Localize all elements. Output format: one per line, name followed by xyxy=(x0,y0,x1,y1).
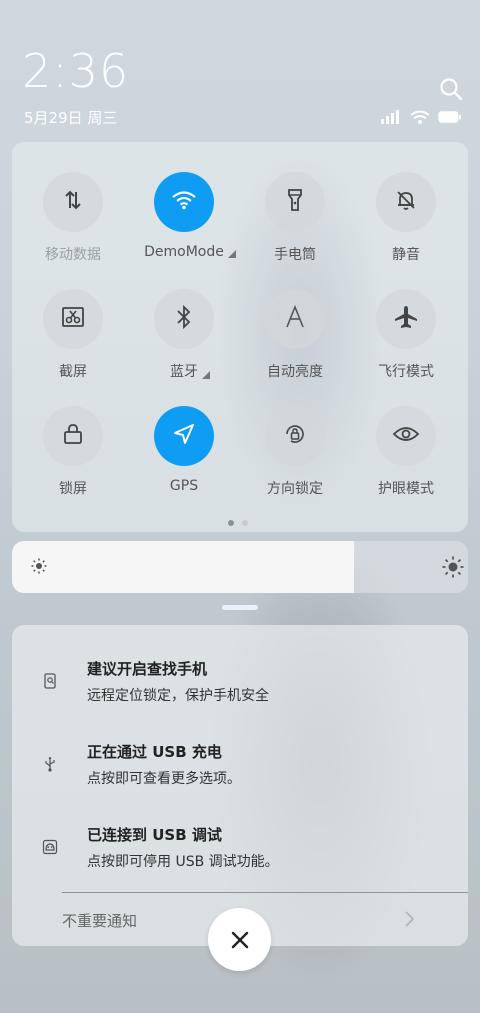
tile-screenshot[interactable]: 截屏 xyxy=(18,289,128,399)
tile-gps-toggle[interactable] xyxy=(154,406,214,466)
usb-icon xyxy=(45,757,55,772)
tile-label-text: 移动数据 xyxy=(45,247,101,263)
bluetooth-icon xyxy=(174,304,194,334)
tile-wifi[interactable]: DemoMode xyxy=(129,172,239,282)
page-indicator xyxy=(228,520,248,526)
tile-label-text: 方向锁定 xyxy=(267,481,323,497)
notification-usb-charging[interactable]: 正在通过 USB 充电 点按即可查看更多选项。 xyxy=(12,738,468,808)
android-debug-icon xyxy=(42,839,58,855)
tile-label-text: 锁屏 xyxy=(59,481,87,497)
tile-flashlight[interactable]: 手电筒 xyxy=(240,172,350,282)
signal-icon xyxy=(381,110,399,124)
tile-wifi-toggle[interactable] xyxy=(154,172,214,232)
page-dot xyxy=(242,520,248,526)
wifi-icon xyxy=(171,190,197,214)
tile-label: 静音 xyxy=(392,244,420,264)
tile-label-text: 飞行模式 xyxy=(378,364,434,380)
tile-airplane-toggle[interactable] xyxy=(376,289,436,349)
tile-flashlight-toggle[interactable] xyxy=(265,172,325,232)
date-label[interactable]: 5月29日 周三 xyxy=(24,107,117,128)
tile-label-text: 蓝牙 xyxy=(170,364,198,380)
notification-subtitle: 点按即可查看更多选项。 xyxy=(87,771,241,787)
tile-bluetooth-toggle[interactable] xyxy=(154,289,214,349)
page-dot-active xyxy=(228,520,234,526)
expand-indicator-icon xyxy=(202,371,210,379)
tile-mobile-data-toggle[interactable] xyxy=(43,172,103,232)
tile-auto-brightness[interactable]: 自动亮度 xyxy=(240,289,350,399)
brightness-high-icon xyxy=(442,556,464,578)
tile-label: 移动数据 xyxy=(45,244,101,264)
brightness-fill xyxy=(12,541,354,593)
tile-rotation-lock[interactable]: 方向锁定 xyxy=(240,406,350,516)
tile-auto-brightness-toggle[interactable] xyxy=(265,289,325,349)
tile-airplane[interactable]: 飞行模式 xyxy=(351,289,461,399)
search-icon[interactable] xyxy=(438,76,464,102)
tile-label: 锁屏 xyxy=(59,478,87,498)
tile-eye-toggle[interactable] xyxy=(376,406,436,466)
close-icon xyxy=(231,931,248,948)
battery-icon xyxy=(438,111,461,123)
notification-usb-debug[interactable]: 已连接到 USB 调试 点按即可停用 USB 调试功能。 xyxy=(12,821,468,891)
tile-label: 自动亮度 xyxy=(267,361,323,381)
mobile-data-icon xyxy=(61,188,85,216)
tile-label-text: 自动亮度 xyxy=(267,364,323,380)
drag-handle[interactable] xyxy=(222,605,258,610)
chevron-right-icon[interactable] xyxy=(404,910,416,928)
tile-mobile-data[interactable]: 移动数据 xyxy=(18,172,128,282)
expand-indicator-icon xyxy=(227,250,236,258)
tile-label: 手电筒 xyxy=(274,244,316,264)
tile-label: 蓝牙 xyxy=(170,361,210,381)
tile-label-text: 护眼模式 xyxy=(378,481,434,497)
find-phone-icon xyxy=(44,673,56,689)
tile-label: 方向锁定 xyxy=(267,478,323,498)
tile-lock-toggle[interactable] xyxy=(43,406,103,466)
mute-icon xyxy=(394,188,418,216)
tile-label-text: 截屏 xyxy=(59,364,87,380)
tile-rotation-lock-toggle[interactable] xyxy=(265,406,325,466)
tile-eye[interactable]: 护眼模式 xyxy=(351,406,461,516)
tile-label-text: 静音 xyxy=(392,247,420,263)
eye-icon xyxy=(392,424,420,448)
airplane-icon xyxy=(393,304,419,334)
unimportant-notifications-link[interactable]: 不重要通知 xyxy=(62,910,137,931)
divider xyxy=(62,892,468,893)
tile-lock[interactable]: 锁屏 xyxy=(18,406,128,516)
lock-icon xyxy=(61,422,85,450)
notification-title: 已连接到 USB 调试 xyxy=(87,826,222,844)
clock[interactable]: 2:36 xyxy=(22,48,129,94)
flashlight-icon xyxy=(283,187,307,217)
auto-brightness-icon xyxy=(283,304,307,334)
tile-bluetooth[interactable]: 蓝牙 xyxy=(129,289,239,399)
clear-all-button[interactable] xyxy=(208,908,271,971)
notification-subtitle: 远程定位锁定，保护手机安全 xyxy=(87,688,269,704)
tile-label-text: GPS xyxy=(169,478,199,494)
notification-subtitle: 点按即可停用 USB 调试功能。 xyxy=(87,854,279,870)
notification-find-phone[interactable]: 建议开启查找手机 远程定位锁定，保护手机安全 xyxy=(12,655,468,725)
gps-icon xyxy=(172,422,196,450)
notification-title: 正在通过 USB 充电 xyxy=(87,743,222,761)
tile-label: DemoMode xyxy=(144,244,236,260)
tile-label: 飞行模式 xyxy=(378,361,434,381)
tile-label-text: DemoMode xyxy=(144,244,224,260)
tile-label: 截屏 xyxy=(59,361,87,381)
rotation-lock-icon xyxy=(282,421,308,451)
tile-mute[interactable]: 静音 xyxy=(351,172,461,282)
tile-mute-toggle[interactable] xyxy=(376,172,436,232)
tile-label-text: 手电筒 xyxy=(274,247,316,263)
brightness-slider[interactable] xyxy=(12,541,468,593)
notification-panel: 建议开启查找手机 远程定位锁定，保护手机安全 正在通过 USB 充电 点按即可查… xyxy=(12,625,468,946)
wifi-icon xyxy=(410,110,430,124)
tile-gps[interactable]: GPS xyxy=(129,406,239,516)
notification-title: 建议开启查找手机 xyxy=(87,660,208,678)
status-icons xyxy=(380,110,462,124)
tile-label: GPS xyxy=(170,478,198,494)
tile-label: 护眼模式 xyxy=(378,478,434,498)
brightness-low-icon xyxy=(31,558,47,574)
tile-screenshot-toggle[interactable] xyxy=(43,289,103,349)
screenshot-icon xyxy=(60,305,86,333)
